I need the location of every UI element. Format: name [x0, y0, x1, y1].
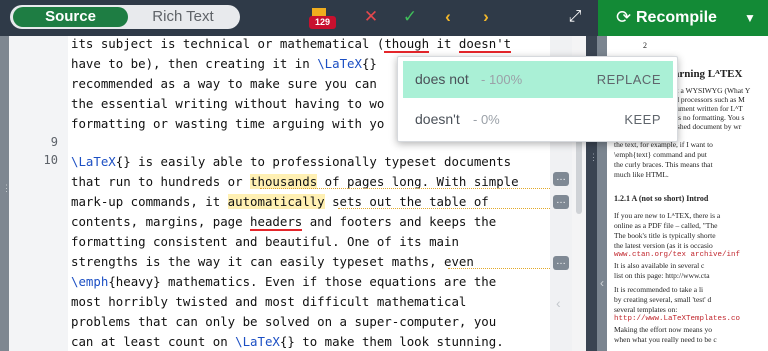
check-icon[interactable]: ✓	[400, 6, 420, 28]
caret-down-icon[interactable]: ▼	[744, 8, 756, 28]
chevron-left-icon[interactable]: ‹	[600, 276, 604, 290]
pdf-text-line: ord processors such as M	[669, 95, 745, 104]
pdf-link[interactable]: http://www.LaTeXTemplates.co	[614, 315, 740, 323]
pdf-text-line: It is recommended to take a li	[614, 285, 704, 294]
code-line: strengths is the way it can easily types…	[71, 254, 474, 269]
pdf-text-line: inished document by wr	[669, 122, 742, 131]
pdf-text-line: list on this page: http://www.cta	[614, 271, 710, 280]
pdf-text-line: It is also available in several c	[614, 261, 705, 270]
comment-range-marker	[260, 188, 550, 189]
pdf-text-line: Making the effort now means yo	[614, 325, 712, 334]
suggestion-item[interactable]: doesn't - 0% KEEP	[403, 101, 673, 138]
pdf-link[interactable]: www.ctan.org/tex archive/inf	[614, 251, 740, 259]
pdf-text-line: ocument written for LᴬT	[669, 104, 743, 113]
highlighted-word[interactable]: thousands	[250, 174, 318, 189]
suggestion-confidence: - 0%	[473, 112, 500, 127]
spelling-flag[interactable]: though	[384, 36, 430, 53]
spelling-flag[interactable]: headers	[250, 214, 303, 231]
latex-command: \emph	[71, 274, 109, 289]
latex-command: \LaTeX	[235, 334, 280, 349]
code-line: that run to hundreds or thousands of pag…	[71, 174, 519, 189]
grip-icon[interactable]: ⋮	[2, 184, 11, 203]
pdf-text-line: \emph{text} command and put	[614, 150, 707, 159]
code-line: its subject is technical or mathematical…	[71, 36, 512, 53]
code-line: formatting consistent and beautiful. One…	[71, 234, 459, 249]
pdf-text-line: ains no formatting. You s	[669, 113, 745, 122]
line-number: 10	[43, 153, 58, 167]
latex-command: \LaTeX	[317, 56, 362, 71]
replace-button[interactable]: REPLACE	[597, 61, 661, 98]
suggestion-popup: does not - 100% REPLACE doesn't - 0% KEE…	[397, 56, 678, 142]
pdf-text-line: much like HTML.	[614, 170, 669, 179]
keep-button[interactable]: KEEP	[624, 101, 661, 138]
suggestion-confidence: - 100%	[481, 72, 523, 87]
code-line: recommended as a way to make sure you ca…	[71, 76, 377, 91]
highlighted-word[interactable]: automatically	[227, 194, 325, 209]
suggestion-item[interactable]: does not - 100% REPLACE	[403, 61, 673, 98]
editor-app: Source Rich Text 129 ✕ ✓ ‹ › ⤢ ⟳ Recompi…	[0, 0, 768, 351]
code-line: \emph{heavy} mathematics. Even if those …	[71, 274, 497, 289]
issue-count-badge: 129	[309, 16, 336, 29]
chevron-right-icon[interactable]: ›	[478, 6, 494, 28]
pdf-text-line: If you are new to LᴬTEX, there is a	[614, 211, 721, 220]
suggestion-word: does not	[415, 71, 469, 87]
expand-icon[interactable]: ⤢	[566, 8, 584, 26]
code-line: can at least count on \LaTeX{} to make t…	[71, 334, 504, 349]
pdf-text-line: the latest version (as it is occasio	[614, 241, 713, 250]
refresh-icon: ⟳	[616, 7, 632, 27]
close-icon[interactable]: ✕	[362, 6, 380, 28]
suggestion-word: doesn't	[415, 111, 460, 127]
code-line: have to be), then creating it in \LaTeX{…	[71, 56, 377, 71]
rich-text-mode-button[interactable]: Rich Text	[128, 7, 238, 27]
code-line: mark-up commands, it automatically sets …	[71, 194, 489, 209]
toolbar: Source Rich Text 129 ✕ ✓ ‹ › ⤢ ⟳ Recompi…	[0, 0, 768, 36]
comment-icon[interactable]: …	[553, 172, 569, 186]
recompile-label: Recompile	[636, 9, 717, 26]
pdf-text-line: by creating several, small 'test' d	[614, 295, 712, 304]
pdf-text-line: not a WYSIWYG (What Y	[669, 86, 751, 95]
grammar-flag-doesnt[interactable]: doesn't	[458, 36, 512, 53]
pdf-text-line: several templates on:	[614, 305, 678, 314]
chevron-left-icon[interactable]: ‹	[440, 6, 456, 28]
comment-icon[interactable]: …	[553, 256, 569, 270]
code-line: problems that can only be solved on a su…	[71, 314, 497, 329]
pdf-subsection-heading: 1.2.1 A (not so short) Introd	[614, 194, 709, 203]
code-line: contents, margins, page headers and foot…	[71, 214, 497, 231]
line-number-gutter: 9 10	[9, 36, 68, 351]
pdf-page-number: 2	[643, 41, 647, 50]
code-line: \LaTeX{} is easily able to professionall…	[71, 154, 512, 169]
pdf-heading: earning LᴬTEX	[669, 68, 743, 80]
pdf-text-line: the curly braces. This means that	[614, 160, 713, 169]
latex-command: \LaTeX	[71, 154, 116, 169]
editor-mode-toggle[interactable]: Source Rich Text	[10, 5, 240, 29]
pdf-text-line: online as a PDF file – called, "The	[614, 221, 718, 230]
line-number: 9	[50, 135, 58, 149]
code-line: the essential writing without having to …	[71, 96, 385, 111]
recompile-button[interactable]: ⟳ Recompile ▼	[598, 0, 768, 36]
pdf-text-line: when what you really need to be c	[614, 335, 717, 344]
comment-range-marker	[448, 268, 550, 269]
chevron-left-icon[interactable]: ‹	[556, 296, 566, 310]
grip-icon[interactable]: ⋮	[589, 153, 598, 172]
comment-range-marker	[338, 208, 550, 209]
code-line: formatting or wasting time arguing with …	[71, 116, 385, 131]
code-line: most horribly twisted and most difficult…	[71, 294, 467, 309]
source-mode-button[interactable]: Source	[13, 7, 128, 27]
comment-icon[interactable]: …	[553, 195, 569, 209]
file-tree-collapsed-panel[interactable]: ⋮	[0, 36, 11, 351]
pdf-text-line: The book's title is typically shorte	[614, 231, 716, 240]
